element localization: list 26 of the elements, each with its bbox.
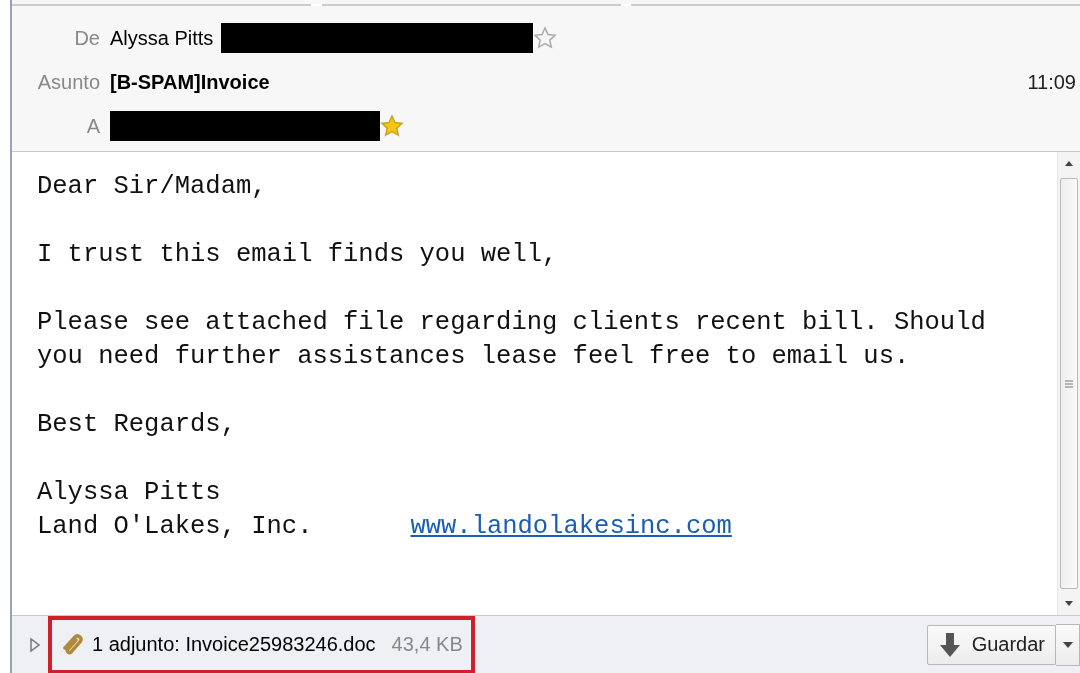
body-text: Land O'Lakes, Inc. www.landolakesinc.com bbox=[37, 511, 732, 543]
grip-icon bbox=[1065, 379, 1073, 388]
star-icon[interactable] bbox=[380, 114, 404, 138]
body-text: Dear Sir/Madam, bbox=[37, 171, 267, 203]
save-button[interactable]: Guardar bbox=[926, 624, 1056, 665]
field-label: De bbox=[73, 26, 101, 50]
body-text: you need further assistances lease feel free to email us. bbox=[37, 341, 910, 373]
website-link[interactable]: www.landolakesinc.com bbox=[410, 512, 732, 541]
attachment-name[interactable]: 1 adjunto: Invoice25983246.doc bbox=[92, 633, 376, 656]
time-text: 11:09 bbox=[1027, 70, 1077, 94]
caret-icon bbox=[1061, 640, 1074, 649]
down-arrow-icon bbox=[937, 631, 962, 658]
body-text: Alyssa Pitts bbox=[37, 477, 221, 509]
paperclip-icon bbox=[62, 632, 86, 657]
expand-triangle-icon[interactable] bbox=[28, 636, 42, 653]
subject-text: [B-SPAM]Invoice bbox=[110, 70, 270, 94]
sender-name: Alyssa Pitts bbox=[110, 26, 214, 50]
body-text: I trust this email finds you well, bbox=[37, 239, 558, 271]
field-label: A bbox=[85, 114, 101, 138]
field-label: Asunto bbox=[36, 70, 101, 94]
star-icon[interactable] bbox=[533, 26, 558, 50]
attachment-size: 43,4 KB bbox=[391, 633, 463, 656]
body-text: Best Regards, bbox=[37, 409, 236, 441]
scrollbar[interactable] bbox=[1057, 152, 1080, 615]
body-text: Please see attached file regarding clients recent bill. Should bbox=[37, 307, 986, 339]
save-menu-button[interactable] bbox=[1056, 623, 1080, 666]
